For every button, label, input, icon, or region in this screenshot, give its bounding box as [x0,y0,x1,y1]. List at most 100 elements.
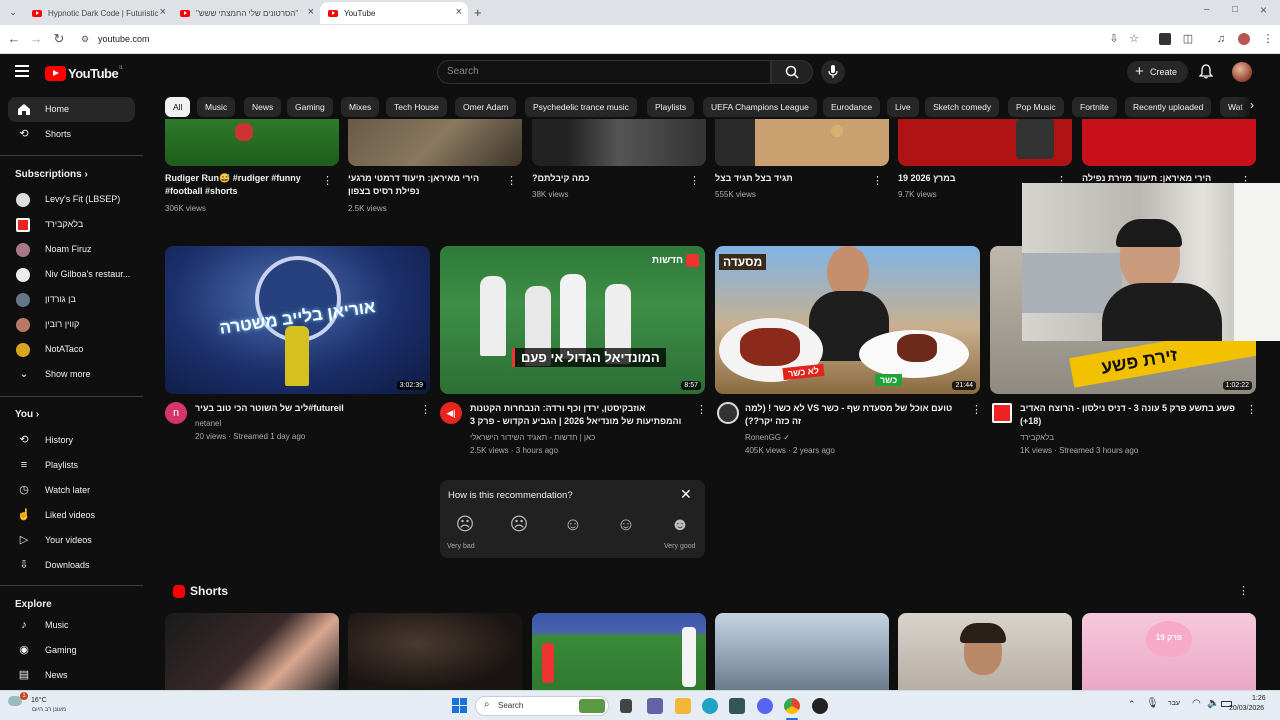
video-menu-icon[interactable]: ⋮ [689,174,700,187]
channel-name[interactable]: RonenGG ✓ [745,431,790,444]
media-control-icon[interactable]: ♫ [1215,33,1227,45]
app-icon[interactable] [812,698,828,714]
sidebar-item-home[interactable]: Home [8,97,135,122]
video-title[interactable]: פשע בתשע פרק 5 עונה 3 - דניס נילסון - הר… [1020,402,1238,428]
chip-music[interactable]: Music [197,97,236,117]
sidebar-item-liked-videos[interactable]: ☝ Liked videos [8,503,135,528]
video-menu-icon[interactable]: ⋮ [1246,403,1257,416]
channel-avatar[interactable]: ◀| [440,402,462,424]
video-thumbnail[interactable] [532,119,706,166]
sidebar-item-music[interactable]: ♪ Music [8,613,135,638]
video-thumbnail[interactable]: חדשות המונדיאל הגדול אי פעם 8:57 [440,246,705,394]
extension-icon[interactable] [1159,33,1171,45]
chip-all[interactable]: All [165,97,191,117]
close-tab-icon[interactable]: × [160,6,166,18]
url-field[interactable]: ⚙ youtube.com [72,29,1152,50]
maximize-window-button[interactable]: □ [1232,4,1238,15]
short-thumbnail[interactable] [348,613,522,690]
edge-icon[interactable] [702,698,718,714]
good-face-icon[interactable]: ☺ [615,513,637,535]
notifications-bell-icon[interactable] [1198,64,1214,79]
browser-menu-icon[interactable]: ⋮ [1262,33,1274,45]
forward-button[interactable]: → [28,31,44,47]
chip-pop-music[interactable]: Pop Music [1008,97,1064,117]
minimize-window-button[interactable]: – [1204,4,1210,15]
channel-avatar[interactable]: n [165,402,187,424]
chip-mixes[interactable]: Mixes [341,97,380,117]
bookmark-star-icon[interactable]: ☆ [1128,33,1140,45]
video-menu-icon[interactable]: ⋮ [872,174,883,187]
short-thumbnail[interactable]: פרק 19 [1082,613,1256,690]
sidebar-item-subscription[interactable]: בן גורדון [8,287,135,312]
video-menu-icon[interactable]: ⋮ [971,403,982,416]
video-thumbnail[interactable] [715,119,889,166]
video-title[interactable]: טועם אוכל של מסעדת שף - כשר VS לא כשר ! … [745,402,963,428]
short-thumbnail[interactable] [715,613,889,690]
channel-avatar[interactable] [717,402,739,424]
sidebar-show-more[interactable]: ⌄ Show more [8,362,135,387]
weather-widget[interactable]: 1 16°C מעונן רב היום [8,692,68,718]
back-button[interactable]: ← [6,31,22,47]
search-button[interactable] [771,60,813,84]
sidebar-item-news[interactable]: ▤ News [8,663,135,688]
close-tab-icon[interactable]: × [456,6,462,18]
youtube-logo[interactable]: YouTube IL [45,65,123,81]
channel-name[interactable]: כאן | חדשות - תאגיד השידור הישראלי [470,431,595,444]
input-language[interactable]: עבר [1168,700,1180,707]
chrome-icon[interactable] [784,698,800,714]
sidebar-item-history[interactable]: ⟲ History [8,428,135,453]
bad-face-icon[interactable]: ☹ [508,513,530,535]
chip-omer-adam[interactable]: Omer Adam [455,97,517,117]
you-heading[interactable]: You › [15,409,39,420]
account-avatar[interactable] [1232,62,1252,82]
short-thumbnail[interactable] [165,613,339,690]
channel-avatar[interactable] [992,403,1012,423]
clock-time[interactable]: 1:26 [1252,695,1266,702]
chip-sketch-comedy[interactable]: Sketch comedy [925,97,1000,117]
chip-psychedelic-trance[interactable]: Psychedelic trance music [525,97,637,117]
extensions-puzzle-icon[interactable]: ◫ [1182,33,1194,45]
guide-menu-icon[interactable] [15,65,29,77]
video-title[interactable]: אוזבקיסטן, ירדן וכף ורדה: הנבחרות הקטנות… [470,402,685,428]
tab-search-button[interactable]: ⌄ [6,5,20,19]
sidebar-item-downloads[interactable]: ⇩ Downloads [8,553,135,578]
sidebar-item-gaming[interactable]: ◉ Gaming [8,638,135,663]
short-thumbnail[interactable] [532,613,706,690]
install-app-icon[interactable]: ⇩ [1108,33,1120,45]
chip-eurodance[interactable]: Eurodance [823,97,881,117]
sidebar-item-your-videos[interactable]: ▷ Your videos [8,528,135,553]
video-menu-icon[interactable]: ⋮ [506,174,517,187]
taskbar-search-box[interactable]: ⌕ Search [475,696,609,716]
start-button-icon[interactable] [452,698,467,713]
video-title[interactable]: ?כמה קיבלתם [532,172,682,185]
chip-playlists[interactable]: Playlists [647,97,695,117]
subscriptions-heading[interactable]: Subscriptions › [15,169,88,180]
task-view-icon[interactable] [620,699,632,713]
volume-icon[interactable]: 🔈 [1207,698,1219,709]
chip-live[interactable]: Live [887,97,919,117]
video-thumbnail[interactable] [898,119,1072,166]
channel-name[interactable]: netanel [195,417,221,430]
close-tab-icon[interactable]: × [308,6,314,18]
video-title[interactable]: ליב של השוטר הכי טוב בעיר#futureil [195,402,410,415]
sidebar-item-subscription[interactable]: NotATaco [8,337,135,362]
video-title[interactable]: Rudiger Run😅 #rudiger #funny #football #… [165,172,315,198]
chip-tech-house[interactable]: Tech House [386,97,447,117]
chips-next-button[interactable]: › [1236,95,1280,119]
chip-uefa[interactable]: UEFA Champions League [703,97,817,117]
chip-recently-uploaded[interactable]: Recently uploaded [1125,97,1212,117]
video-title[interactable]: תגיד בצל תגיד בצל [715,172,865,185]
create-button[interactable]: + Create [1127,61,1188,83]
browser-tab-active[interactable]: YouTube × [320,2,468,24]
browser-tab[interactable]: Hypnotic Dark Code | Futuristic × [24,2,172,24]
tray-overflow-icon[interactable]: ⌃ [1128,699,1136,710]
store-icon[interactable] [729,698,745,714]
chip-gaming[interactable]: Gaming [287,97,333,117]
short-thumbnail[interactable] [898,613,1072,690]
chip-fortnite[interactable]: Fortnite [1072,97,1117,117]
sidebar-item-subscription[interactable]: בלאקבירד [8,212,135,237]
browser-tab[interactable]: "הסרטונים שלי החמצתי ששש" × [172,2,320,24]
site-info-icon[interactable]: ⚙ [81,29,89,50]
sidebar-item-subscription[interactable]: Noam Firuz [8,237,135,262]
search-input[interactable]: Search [437,60,771,84]
